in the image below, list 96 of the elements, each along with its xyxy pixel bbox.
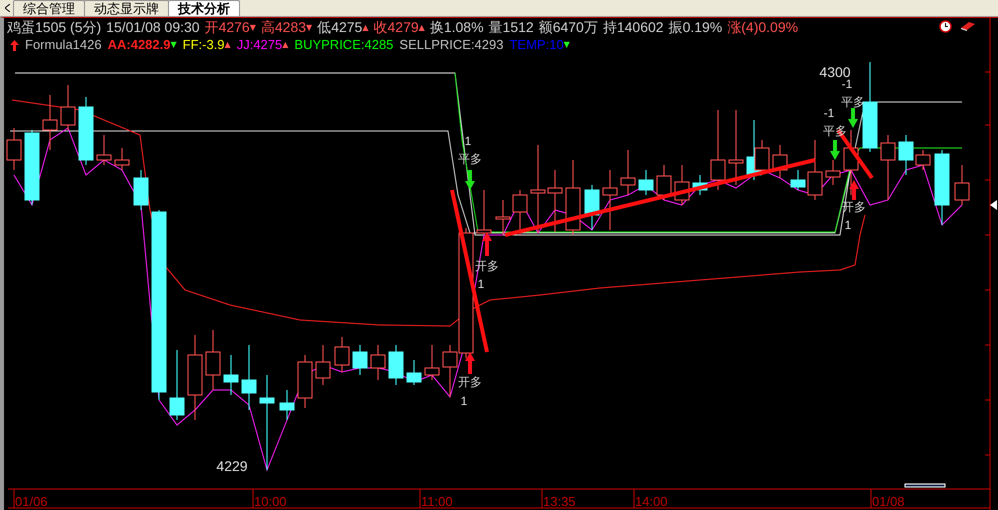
quote-value: 持140602	[602, 18, 664, 37]
candlestick	[620, 150, 636, 196]
trend-marker: ▼	[306, 24, 312, 32]
candlestick	[880, 134, 896, 200]
candlestick	[60, 84, 76, 130]
clock-icon[interactable]	[939, 20, 952, 33]
trend-marker: ▲	[224, 41, 231, 49]
candlestick	[898, 134, 914, 176]
tab[interactable]: 动态显示牌	[84, 0, 169, 16]
up-arrow-icon	[482, 232, 492, 256]
time-axis-label: 10:00	[254, 494, 287, 509]
time-axis-label: 14:00	[635, 494, 668, 509]
candlestick	[772, 144, 788, 178]
candlestick	[602, 170, 618, 230]
candlestick	[370, 344, 386, 380]
candlestick	[790, 170, 806, 190]
signal-label: 平多	[841, 95, 865, 109]
signal-quantity: 1	[844, 218, 852, 232]
candlestick	[334, 336, 350, 372]
candlestick	[96, 134, 112, 166]
candlestick	[134, 170, 148, 210]
tab[interactable]: 技术分析	[168, 0, 240, 16]
trend-marker: ▼	[250, 24, 256, 32]
candlestick	[548, 170, 562, 232]
candlestick	[656, 164, 672, 200]
quote-value: 低4275	[317, 18, 362, 37]
quote-value: 收4279	[374, 18, 419, 37]
candlestick	[6, 128, 22, 170]
up-arrow-icon	[465, 352, 475, 374]
candlestick	[206, 330, 220, 390]
signal-quantity: -1	[842, 77, 852, 91]
signal-quantity: 1	[464, 134, 472, 148]
candlestick	[388, 344, 404, 386]
signal-quantity: 1	[478, 277, 484, 291]
quote-value: 开4276	[204, 18, 250, 37]
candlestick	[170, 350, 184, 420]
quote-value: 高4283	[260, 18, 306, 37]
tab[interactable]: 综合管理	[13, 0, 85, 16]
quote-value: AA:4282.9	[108, 36, 170, 54]
quote-value: 涨(4)0.09%	[727, 18, 798, 37]
down-arrow-icon	[830, 140, 840, 160]
scroll-thumb[interactable]	[904, 484, 946, 488]
quote-value: 额6470万	[538, 18, 598, 37]
time-axis-label: 11:00	[421, 494, 453, 509]
candlestick	[316, 344, 330, 386]
quote-value: 15/01/08 09:30	[106, 18, 200, 37]
price-label: 4229	[216, 458, 248, 474]
quote-value: 鸡蛋1505 (5分)	[7, 18, 102, 37]
candlestick	[406, 360, 422, 386]
down-arrow-icon	[465, 170, 475, 190]
eraser-icon[interactable]	[960, 20, 976, 32]
candlestick	[674, 164, 690, 206]
trend-marker: ▲	[362, 24, 369, 32]
candlestick	[916, 150, 930, 170]
quote-value: 振0.19%	[668, 18, 722, 37]
candlestick	[476, 190, 492, 236]
candlestick	[496, 200, 510, 236]
candlestick	[298, 354, 312, 408]
trend-marker: ▲	[282, 41, 288, 49]
candlestick	[692, 174, 708, 196]
quote-value: JJ:4275	[236, 36, 282, 54]
candlestick	[584, 184, 600, 230]
candlestick	[638, 170, 654, 196]
candlestick	[224, 354, 238, 396]
quote-value: 换1.08%	[430, 18, 484, 37]
candlestick	[954, 164, 970, 206]
quote-value: Formula1426	[25, 36, 102, 54]
candlestick	[826, 160, 840, 186]
candlestick	[42, 94, 58, 150]
time-axis-label: 01/06	[15, 494, 48, 509]
quote-value: SELLPRICE:4293	[399, 36, 504, 54]
candlestick	[512, 190, 528, 236]
up-arrow-icon	[849, 180, 859, 200]
signal-quantity: -1	[824, 106, 834, 120]
candlestick	[280, 390, 294, 420]
trend-marker: ▼	[170, 41, 177, 49]
down-arrow-icon	[848, 108, 858, 128]
quote-value: BUYPRICE:4285	[294, 36, 394, 54]
candlestick	[424, 344, 440, 380]
candlestick	[78, 96, 94, 166]
trend-marker: ▼	[564, 41, 570, 49]
quote-value: 量1512	[488, 18, 534, 37]
signal-label: 开多	[458, 375, 482, 389]
cursor-marker-icon	[990, 200, 997, 210]
up-arrow-icon	[10, 40, 19, 50]
quote-value: FF:-3.9	[182, 36, 225, 54]
candlestick	[352, 344, 368, 376]
time-axis-label: 13:35	[543, 494, 576, 509]
candlestick	[808, 140, 822, 200]
price-label: 4300	[819, 64, 851, 80]
candlestick	[114, 148, 130, 170]
candlestick	[242, 344, 256, 410]
signal-quantity: 1	[460, 394, 468, 408]
trend-marker: ▲	[418, 24, 425, 32]
quote-value: TEMP:10	[509, 36, 564, 54]
time-axis-label: 01/08	[872, 494, 905, 509]
